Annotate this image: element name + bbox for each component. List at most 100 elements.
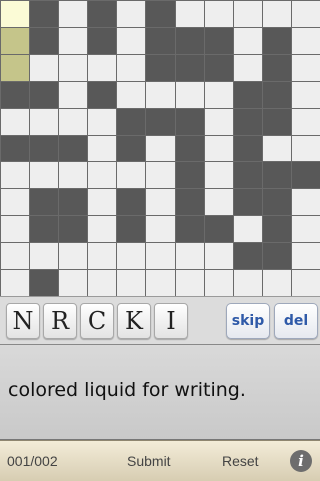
grid-cell[interactable]: [205, 189, 233, 215]
grid-cell[interactable]: [176, 243, 204, 269]
grid-cell[interactable]: [88, 136, 116, 161]
grid-cell[interactable]: [263, 1, 291, 27]
black-cell: [117, 189, 145, 215]
highlighted-cell[interactable]: [1, 28, 29, 54]
grid-cell[interactable]: [146, 82, 175, 108]
grid-cell[interactable]: [59, 28, 87, 54]
letter-key-5[interactable]: I: [154, 303, 188, 339]
grid-cell[interactable]: [205, 1, 233, 27]
grid-cell[interactable]: [292, 28, 320, 54]
black-cell: [234, 243, 262, 269]
grid-cell[interactable]: [59, 82, 87, 108]
grid-cell[interactable]: [146, 189, 175, 215]
black-cell: [146, 55, 175, 81]
grid-cell[interactable]: [88, 189, 116, 215]
grid-cell[interactable]: [88, 55, 116, 81]
grid-cell[interactable]: [30, 109, 58, 135]
black-cell: [1, 136, 29, 161]
grid-cell[interactable]: [30, 162, 58, 188]
grid-cell[interactable]: [146, 162, 175, 188]
grid-cell[interactable]: [234, 28, 262, 54]
grid-cell[interactable]: [292, 109, 320, 135]
grid-cell[interactable]: [117, 162, 145, 188]
grid-cell[interactable]: [146, 216, 175, 242]
grid-cell[interactable]: [292, 136, 320, 161]
highlighted-cell[interactable]: [1, 55, 29, 81]
reset-button[interactable]: Reset: [222, 453, 259, 469]
grid-cell[interactable]: [88, 243, 116, 269]
grid-cell[interactable]: [88, 270, 116, 296]
grid-cell[interactable]: [234, 270, 262, 296]
grid-cell[interactable]: [205, 270, 233, 296]
grid-cell[interactable]: [176, 82, 204, 108]
submit-button[interactable]: Submit: [127, 453, 171, 469]
grid-cell[interactable]: [59, 109, 87, 135]
grid-cell[interactable]: [292, 82, 320, 108]
grid-cell[interactable]: [117, 243, 145, 269]
info-icon[interactable]: i: [290, 450, 312, 472]
grid-cell[interactable]: [176, 270, 204, 296]
grid-cell[interactable]: [88, 162, 116, 188]
grid-cell[interactable]: [117, 270, 145, 296]
skip-button[interactable]: skip: [226, 303, 270, 339]
grid-cell[interactable]: [205, 136, 233, 161]
letter-key-3[interactable]: C: [80, 303, 114, 339]
black-cell: [146, 109, 175, 135]
grid-cell[interactable]: [59, 243, 87, 269]
black-cell: [263, 243, 291, 269]
black-cell: [117, 216, 145, 242]
grid-cell[interactable]: [146, 270, 175, 296]
grid-cell[interactable]: [292, 55, 320, 81]
grid-cell[interactable]: [1, 109, 29, 135]
black-cell: [146, 28, 175, 54]
black-cell: [59, 216, 87, 242]
grid-cell[interactable]: [205, 243, 233, 269]
black-cell: [176, 55, 204, 81]
grid-cell[interactable]: [234, 55, 262, 81]
active-cell[interactable]: [1, 1, 29, 27]
grid-cell[interactable]: [292, 1, 320, 27]
grid-cell[interactable]: [146, 243, 175, 269]
grid-cell[interactable]: [59, 162, 87, 188]
letter-key-4[interactable]: K: [117, 303, 151, 339]
letter-key-2[interactable]: R: [43, 303, 77, 339]
grid-cell[interactable]: [30, 243, 58, 269]
grid-cell[interactable]: [1, 216, 29, 242]
grid-cell[interactable]: [205, 82, 233, 108]
black-cell: [205, 216, 233, 242]
grid-cell[interactable]: [1, 162, 29, 188]
grid-cell[interactable]: [59, 1, 87, 27]
black-cell: [176, 216, 204, 242]
black-cell: [234, 189, 262, 215]
black-cell: [176, 189, 204, 215]
grid-cell[interactable]: [59, 55, 87, 81]
black-cell: [59, 189, 87, 215]
grid-cell[interactable]: [234, 216, 262, 242]
grid-cell[interactable]: [1, 270, 29, 296]
puzzle-progress: 001/002: [7, 453, 58, 469]
grid-cell[interactable]: [292, 270, 320, 296]
grid-cell[interactable]: [292, 189, 320, 215]
grid-cell[interactable]: [117, 55, 145, 81]
delete-button[interactable]: del: [274, 303, 318, 339]
grid-cell[interactable]: [59, 270, 87, 296]
grid-cell[interactable]: [117, 82, 145, 108]
grid-cell[interactable]: [263, 270, 291, 296]
grid-cell[interactable]: [176, 1, 204, 27]
grid-cell[interactable]: [205, 162, 233, 188]
grid-cell[interactable]: [292, 216, 320, 242]
grid-cell[interactable]: [117, 28, 145, 54]
grid-cell[interactable]: [263, 136, 291, 161]
black-cell: [205, 55, 233, 81]
letter-key-1[interactable]: N: [6, 303, 40, 339]
grid-cell[interactable]: [88, 109, 116, 135]
grid-cell[interactable]: [234, 1, 262, 27]
grid-cell[interactable]: [1, 243, 29, 269]
grid-cell[interactable]: [1, 189, 29, 215]
grid-cell[interactable]: [117, 1, 145, 27]
grid-cell[interactable]: [30, 55, 58, 81]
grid-cell[interactable]: [88, 216, 116, 242]
grid-cell[interactable]: [292, 243, 320, 269]
grid-cell[interactable]: [205, 109, 233, 135]
grid-cell[interactable]: [146, 136, 175, 161]
